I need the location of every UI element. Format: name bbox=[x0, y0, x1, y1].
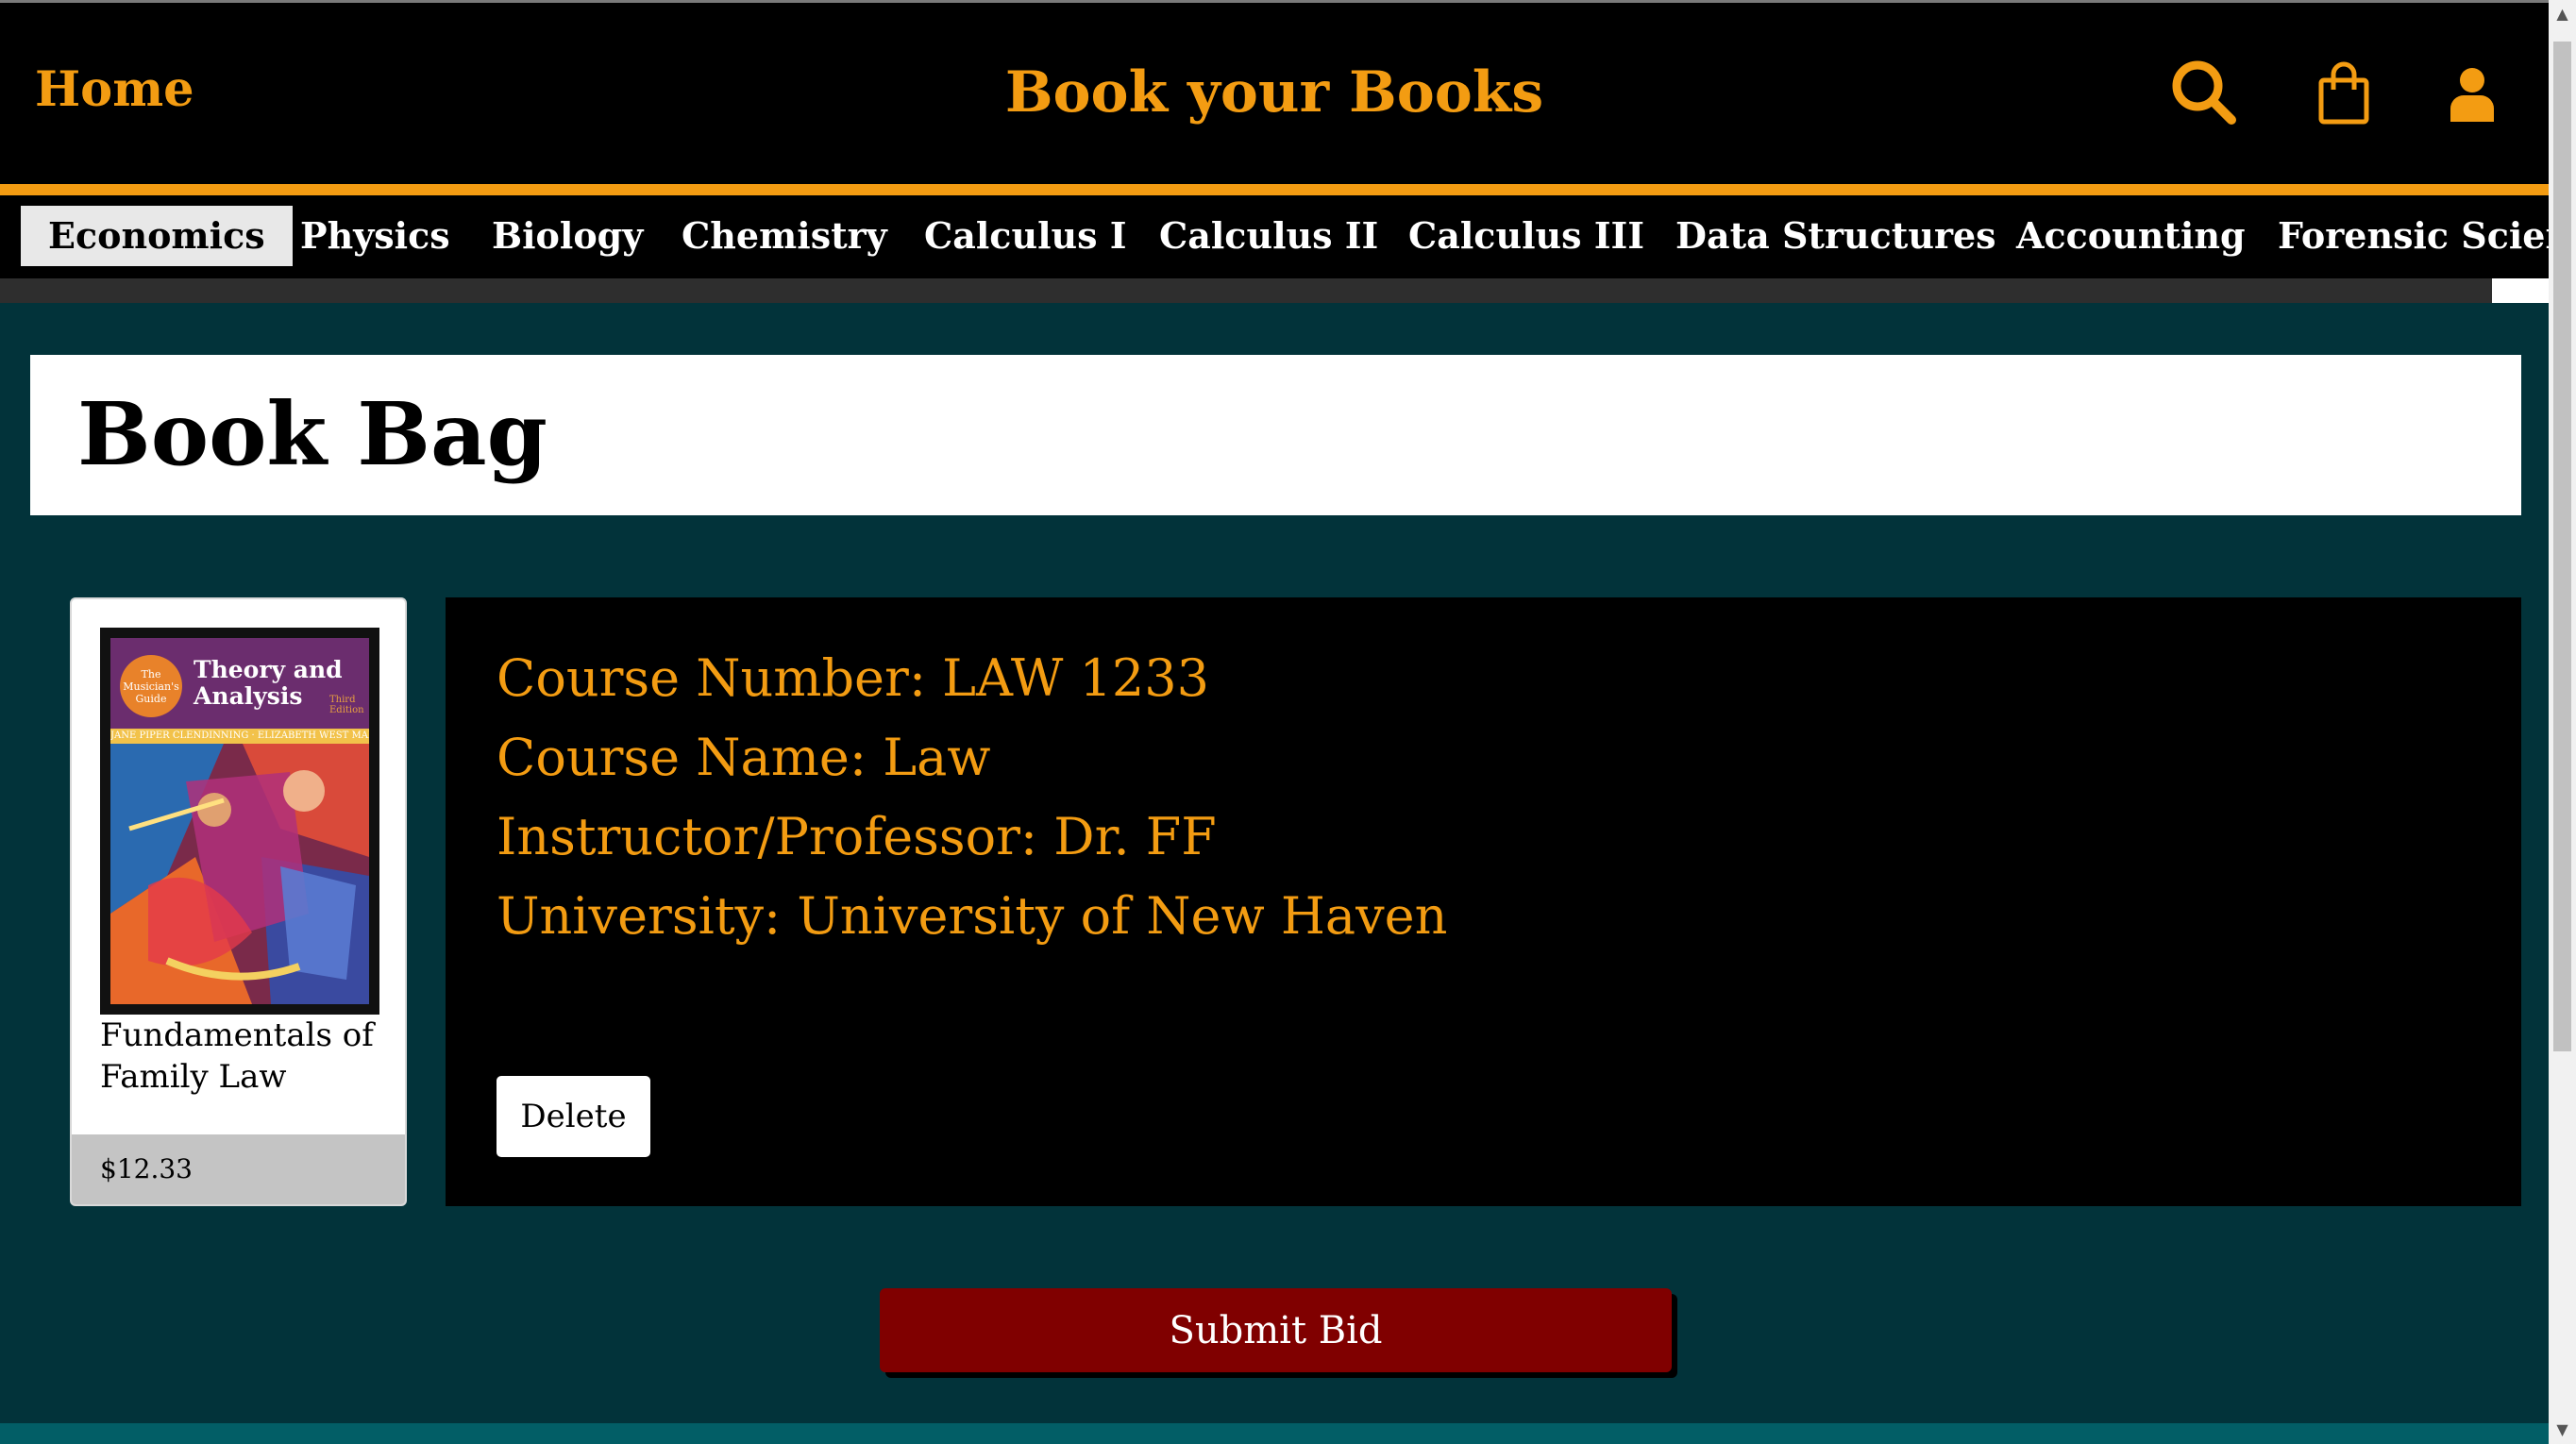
tab-data-structures[interactable]: Data Structures bbox=[1648, 206, 2024, 266]
user-icon[interactable] bbox=[2450, 67, 2494, 122]
header-divider bbox=[0, 184, 2549, 195]
tab-accounting[interactable]: Accounting bbox=[1989, 206, 2273, 266]
cover-artwork bbox=[110, 744, 369, 1004]
page-heading-panel: Book Bag bbox=[30, 355, 2521, 515]
footer-band bbox=[0, 1423, 2549, 1444]
cover-authors: JANE PIPER CLENDINNING · ELIZABETH WEST … bbox=[110, 729, 369, 744]
cover-badge: The Musician's Guide bbox=[120, 655, 182, 717]
tab-calculus-iii[interactable]: Calculus III bbox=[1381, 206, 1672, 266]
nav-scroll-track[interactable] bbox=[0, 278, 2549, 303]
tab-forensic-science[interactable]: Forensic Science bbox=[2250, 206, 2549, 266]
page-scrollbar-thumb[interactable] bbox=[2553, 42, 2571, 1051]
tab-physics[interactable]: Physics bbox=[273, 206, 478, 266]
subject-nav: Economics Physics Biology Chemistry Calc… bbox=[0, 195, 2549, 278]
tab-calculus-i[interactable]: Calculus I bbox=[897, 206, 1154, 266]
scroll-up-arrow[interactable]: ▲ bbox=[2549, 0, 2576, 28]
instructor: Instructor/Professor: Dr. FF bbox=[497, 807, 1217, 866]
shopping-bag-icon[interactable] bbox=[2316, 61, 2371, 126]
tab-economics[interactable]: Economics bbox=[21, 206, 293, 266]
search-icon[interactable] bbox=[2169, 58, 2237, 126]
site-header: Home Book your Books bbox=[0, 3, 2549, 184]
book-cover-image: The Musician's Guide Theory and Analysis… bbox=[100, 628, 379, 1015]
tab-calculus-ii[interactable]: Calculus II bbox=[1132, 206, 1406, 266]
delete-button[interactable]: Delete bbox=[497, 1076, 650, 1157]
book-title[interactable]: Fundamentals of Family Law bbox=[100, 1015, 393, 1098]
university: University: University of New Haven bbox=[497, 886, 1448, 946]
book-price: $12.33 bbox=[72, 1134, 405, 1204]
book-card[interactable]: The Musician's Guide Theory and Analysis… bbox=[70, 597, 407, 1206]
scroll-down-arrow[interactable]: ▼ bbox=[2549, 1416, 2576, 1444]
nav-scroll-thumb[interactable] bbox=[2492, 278, 2549, 303]
page-title: Book Bag bbox=[77, 383, 547, 485]
tab-biology[interactable]: Biology bbox=[464, 206, 670, 266]
submit-bid-button[interactable]: Submit Bid bbox=[880, 1288, 1672, 1372]
site-title: Book your Books bbox=[1004, 59, 1544, 126]
cover-edition: Third Edition bbox=[329, 695, 364, 715]
cover-title: Theory and Analysis bbox=[194, 656, 343, 710]
course-number: Course Number: LAW 1233 bbox=[497, 648, 1209, 708]
tab-chemistry[interactable]: Chemistry bbox=[654, 206, 915, 266]
course-details-panel: Course Number: LAW 1233 Course Name: Law… bbox=[446, 597, 2521, 1206]
course-name: Course Name: Law bbox=[497, 728, 991, 787]
